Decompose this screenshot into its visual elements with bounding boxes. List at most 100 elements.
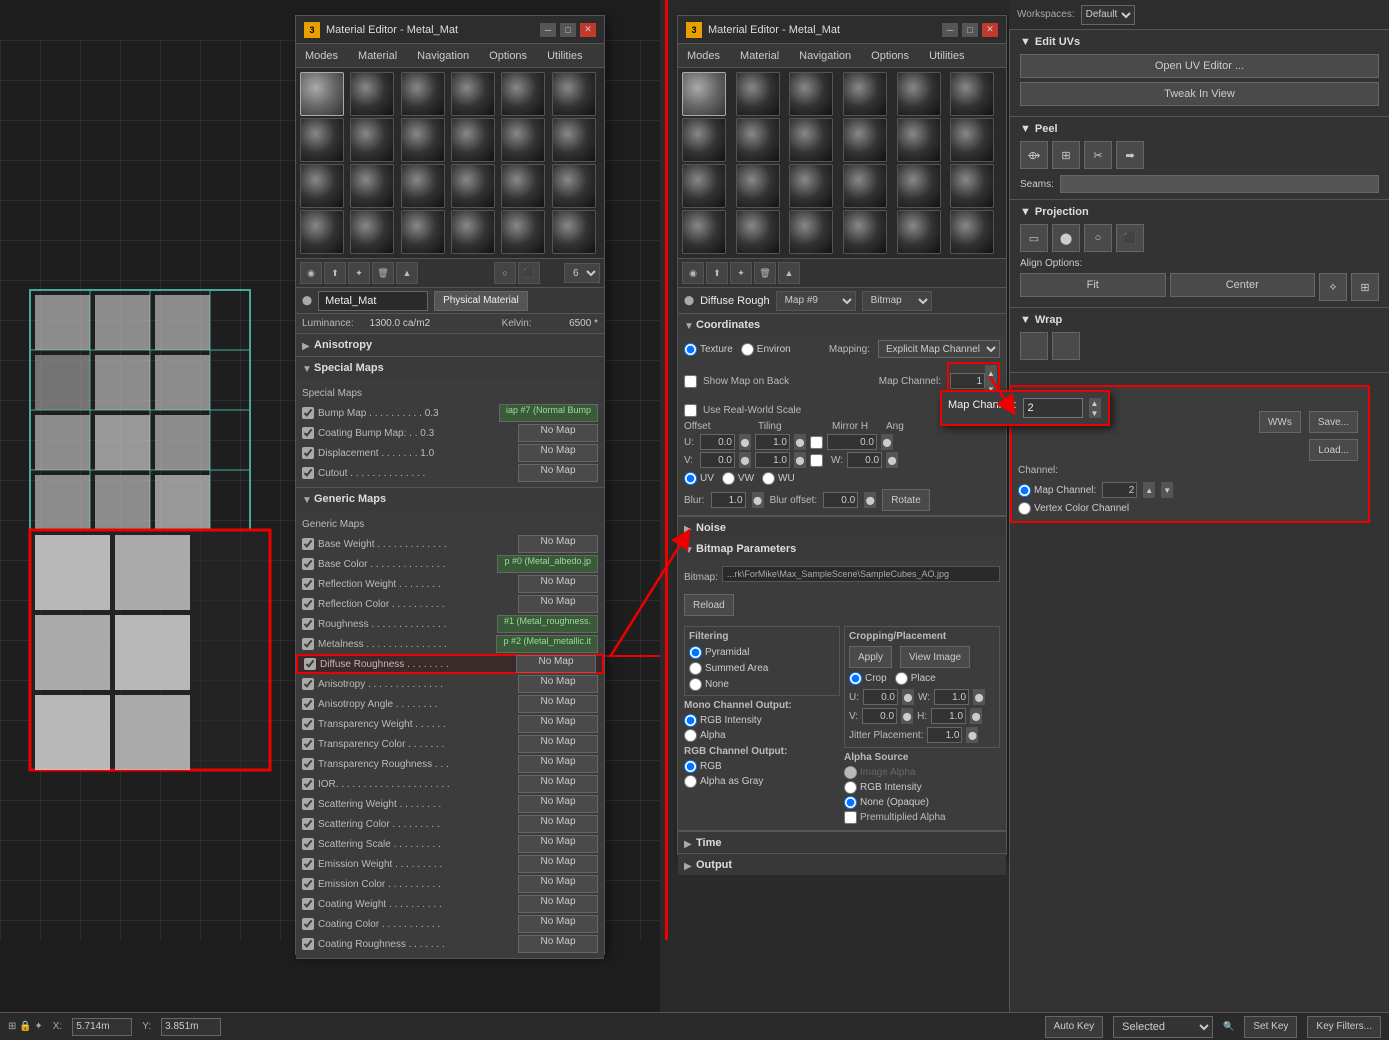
- map-channel-up[interactable]: ▲: [985, 365, 997, 381]
- sphere-r-19[interactable]: [682, 210, 726, 254]
- coat-rough-check[interactable]: [302, 938, 314, 950]
- wrap-icon-1[interactable]: [1020, 332, 1048, 360]
- workspaces-dropdown[interactable]: Default: [1081, 5, 1135, 25]
- anisotropy-map-check[interactable]: [302, 678, 314, 690]
- proj-icon-planar[interactable]: ▭: [1020, 224, 1048, 252]
- proj-icon-sphere[interactable]: ○: [1084, 224, 1112, 252]
- sphere-cell-24[interactable]: [552, 210, 596, 254]
- sphere-cell-5[interactable]: [501, 72, 545, 116]
- minimize-btn-left[interactable]: ─: [540, 23, 556, 37]
- nav-up-btn-right[interactable]: ▲: [778, 262, 800, 284]
- bitmap-params-header[interactable]: ▼ Bitmap Parameters: [678, 538, 1006, 560]
- y-input[interactable]: [161, 1018, 221, 1036]
- menu-utilities-right[interactable]: Utilities: [925, 48, 968, 64]
- sphere-r-11[interactable]: [897, 118, 941, 162]
- x-input[interactable]: [72, 1018, 132, 1036]
- alpha-radio-label[interactable]: Alpha: [684, 729, 840, 742]
- u-tiling-input[interactable]: [755, 434, 790, 450]
- special-maps-header[interactable]: ▼ Special Maps: [296, 357, 604, 379]
- reload-btn[interactable]: Reload: [684, 594, 734, 616]
- crop-radio-label[interactable]: Crop: [849, 672, 887, 685]
- rotate-btn[interactable]: Rotate: [882, 489, 929, 511]
- coat-color-check[interactable]: [302, 918, 314, 930]
- sphere-r-17[interactable]: [897, 164, 941, 208]
- summed-radio-label[interactable]: Summed Area: [689, 662, 835, 675]
- transp-weight-check[interactable]: [302, 718, 314, 730]
- rgb-intensity2-label[interactable]: RGB Intensity: [844, 781, 1000, 794]
- crop-v-input[interactable]: [862, 708, 897, 724]
- crop-w-spinner[interactable]: ⬤: [973, 689, 985, 705]
- refl-color-map-btn[interactable]: No Map: [518, 595, 598, 613]
- sphere-cell-22[interactable]: [451, 210, 495, 254]
- sphere-r-6[interactable]: [950, 72, 994, 116]
- base-color-check[interactable]: [302, 558, 314, 570]
- crop-h-input[interactable]: [931, 708, 966, 724]
- scat-weight-check[interactable]: [302, 798, 314, 810]
- apply-btn[interactable]: Apply: [849, 646, 892, 668]
- place-radio-label[interactable]: Place: [895, 672, 936, 685]
- output-section[interactable]: ▶ Output: [678, 853, 1006, 875]
- texture-radio[interactable]: [684, 343, 697, 356]
- sphere-r-18[interactable]: [950, 164, 994, 208]
- channel-map-ch-input[interactable]: [1102, 482, 1137, 498]
- sphere-r-13[interactable]: [682, 164, 726, 208]
- get-mat-btn-right[interactable]: ◉: [682, 262, 704, 284]
- scat-scale-check[interactable]: [302, 838, 314, 850]
- displacement-check[interactable]: [302, 447, 314, 459]
- place-radio[interactable]: [895, 672, 908, 685]
- tweak-in-view-btn[interactable]: Tweak In View: [1020, 82, 1379, 106]
- rgb-radio-label[interactable]: RGB: [684, 760, 840, 773]
- sphere-cell-14[interactable]: [350, 164, 394, 208]
- selected-dropdown[interactable]: Selected: [1113, 1016, 1213, 1038]
- auto-key-btn[interactable]: Auto Key: [1045, 1016, 1104, 1038]
- cutout-check[interactable]: [302, 467, 314, 479]
- menu-options-right[interactable]: Options: [867, 48, 913, 64]
- crop-radio[interactable]: [849, 672, 862, 685]
- wu-radio[interactable]: [762, 472, 775, 485]
- ior-map-btn[interactable]: No Map: [518, 775, 598, 793]
- assign-mat-btn-right[interactable]: ✦: [730, 262, 752, 284]
- sphere-cell-12[interactable]: [552, 118, 596, 162]
- scat-color-map-btn[interactable]: No Map: [518, 815, 598, 833]
- menu-options-left[interactable]: Options: [485, 48, 531, 64]
- displacement-map-btn[interactable]: No Map: [518, 444, 598, 462]
- load-btn[interactable]: Load...: [1309, 439, 1358, 461]
- environ-radio-label[interactable]: Environ: [741, 343, 791, 356]
- scat-scale-map-btn[interactable]: No Map: [518, 835, 598, 853]
- key-filters-btn[interactable]: Key Filters...: [1307, 1016, 1381, 1038]
- blur-input[interactable]: [711, 492, 746, 508]
- sphere-cell-7[interactable]: [300, 118, 344, 162]
- blur-offset-spinner[interactable]: ⬤: [864, 492, 876, 508]
- sphere-r-15[interactable]: [789, 164, 833, 208]
- none-opaque-radio[interactable]: [844, 796, 857, 809]
- refl-color-check[interactable]: [302, 598, 314, 610]
- sphere-r-3[interactable]: [789, 72, 833, 116]
- sphere-cell-1[interactable]: [300, 72, 344, 116]
- time-section[interactable]: ▶ Time: [678, 831, 1006, 853]
- sphere-r-22[interactable]: [843, 210, 887, 254]
- summed-radio[interactable]: [689, 662, 702, 675]
- none-radio[interactable]: [689, 678, 702, 691]
- proj-icon-cyl[interactable]: ⬤: [1052, 224, 1080, 252]
- proj-extra-icon[interactable]: ⟡: [1319, 273, 1347, 301]
- v-tiling-spinner[interactable]: ⬤: [794, 452, 806, 468]
- sphere-r-9[interactable]: [789, 118, 833, 162]
- wu-radio-label[interactable]: WU: [762, 472, 795, 485]
- metalness-map-btn[interactable]: p #2 (Metal_metallic.it: [496, 635, 598, 653]
- sphere-cell-10[interactable]: [451, 118, 495, 162]
- refl-weight-map-btn[interactable]: No Map: [518, 575, 598, 593]
- center-btn[interactable]: Center: [1170, 273, 1316, 297]
- sphere-cell-3[interactable]: [401, 72, 445, 116]
- refl-weight-check[interactable]: [302, 578, 314, 590]
- cutout-map-btn[interactable]: No Map: [518, 464, 598, 482]
- emiss-weight-map-btn[interactable]: No Map: [518, 855, 598, 873]
- rgb-intensity-radio[interactable]: [684, 714, 697, 727]
- u-tiling-spinner[interactable]: ⬤: [794, 434, 806, 450]
- bump-map-check[interactable]: [302, 407, 314, 419]
- sphere-r-10[interactable]: [843, 118, 887, 162]
- premult-check[interactable]: [844, 811, 857, 824]
- v-tiling-input[interactable]: [755, 452, 790, 468]
- wrap-icon-2[interactable]: [1052, 332, 1080, 360]
- popup-channel-down[interactable]: ▼: [1089, 408, 1101, 418]
- rgb-intensity-radio-label[interactable]: RGB Intensity: [684, 714, 840, 727]
